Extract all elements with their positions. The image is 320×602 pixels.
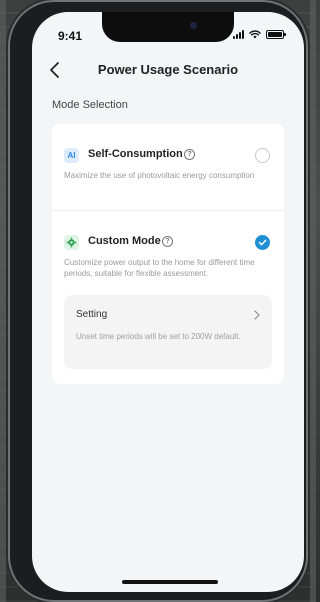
gear-icon bbox=[64, 235, 79, 250]
section-label: Mode Selection bbox=[52, 99, 128, 111]
help-icon[interactable]: ? bbox=[184, 149, 195, 160]
option-description: Customize power output to the home for d… bbox=[64, 258, 255, 278]
setting-description: Unset time periods will be set to 200W d… bbox=[76, 332, 241, 341]
battery-icon bbox=[266, 30, 286, 39]
chevron-right-icon bbox=[254, 310, 260, 320]
status-icons bbox=[233, 30, 286, 39]
wifi-icon bbox=[249, 30, 261, 39]
page-title: Power Usage Scenario bbox=[97, 62, 239, 77]
option-title: Custom Mode bbox=[88, 235, 161, 247]
option-custom-mode[interactable]: Custom Mode ? Customize power output to … bbox=[52, 210, 284, 384]
ai-badge-icon: AI bbox=[64, 148, 79, 163]
camera-icon bbox=[190, 22, 197, 29]
app-screen: 9:41 Power Usage Scenario Mode Selection… bbox=[32, 12, 304, 592]
home-indicator[interactable] bbox=[122, 580, 218, 584]
setting-row[interactable]: Setting Unset time periods will be set t… bbox=[64, 295, 272, 369]
radio-self-consumption[interactable] bbox=[255, 148, 270, 163]
nav-bar: Power Usage Scenario bbox=[32, 56, 304, 86]
mode-card: AI Self-Consumption ? Maximize the use o… bbox=[52, 124, 284, 384]
notch bbox=[102, 12, 234, 42]
help-icon[interactable]: ? bbox=[162, 236, 173, 247]
option-title: Self-Consumption bbox=[88, 148, 183, 160]
radio-custom-mode[interactable] bbox=[255, 235, 270, 250]
option-self-consumption[interactable]: AI Self-Consumption ? Maximize the use o… bbox=[52, 124, 284, 210]
signal-icon bbox=[233, 30, 244, 39]
check-icon bbox=[258, 239, 267, 246]
setting-label: Setting bbox=[76, 309, 108, 320]
status-time: 9:41 bbox=[58, 29, 83, 43]
option-description: Maximize the use of photovoltaic energy … bbox=[64, 171, 255, 180]
phone-frame: 9:41 Power Usage Scenario Mode Selection… bbox=[8, 0, 308, 602]
